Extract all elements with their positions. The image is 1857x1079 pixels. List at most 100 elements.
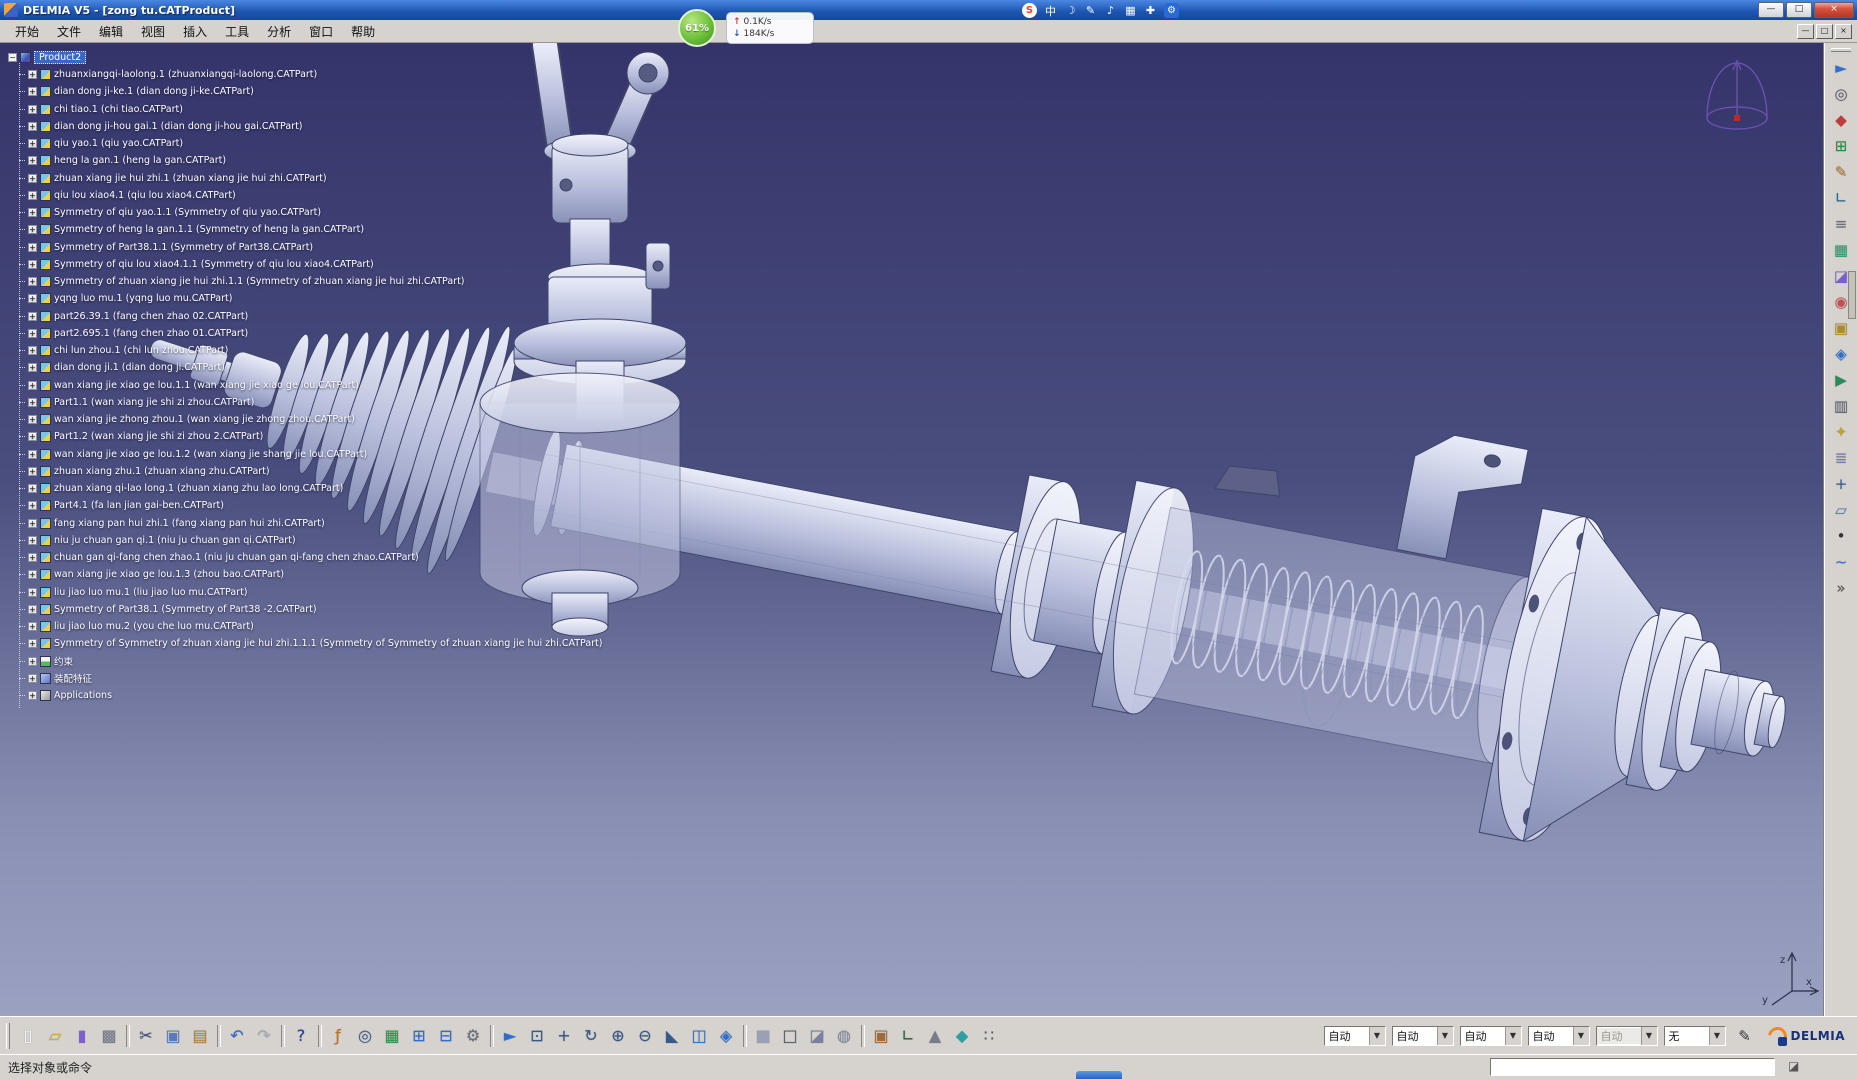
auto-update-combo[interactable]: 自动 ▼ [1391,1025,1454,1046]
expand-icon[interactable]: + [28,156,37,166]
network-speed-widget[interactable]: ↑ 0.1K/s ↓ 184K/s [726,12,814,44]
assembly-design-icon[interactable]: ⊞ [1829,134,1853,158]
product-structure-icon[interactable]: ⊞ [406,1023,432,1049]
tree-root-label[interactable]: Product2 [34,50,87,64]
options-gear-icon[interactable]: ⚙ [460,1023,486,1049]
layers-icon[interactable]: ≣ [1829,446,1853,470]
tree-item[interactable]: + qiu yao.1 (qiu yao.CATPart) [15,135,603,152]
sketcher-icon[interactable]: ✎ [1829,160,1853,184]
expand-icon[interactable]: + [28,173,37,183]
chevron-down-icon[interactable]: ▼ [1368,1026,1385,1045]
search-icon[interactable]: ◎ [352,1023,378,1049]
zoom-in-icon[interactable]: ⊕ [605,1023,631,1049]
expand-icon[interactable]: + [28,294,37,304]
tree-item[interactable]: + zhuan xiang zhu.1 (zhuan xiang zhu.CAT… [15,463,603,480]
annotation-icon[interactable]: ▣ [1829,316,1853,340]
tree-item[interactable]: + dian dong ji-hou gai.1 (dian dong ji-h… [15,118,603,135]
toolbar-separator[interactable] [278,1023,287,1049]
auto-update-combo[interactable]: 无 ▼ [1663,1025,1726,1046]
expand-icon[interactable]: + [28,639,37,649]
expand-icon[interactable]: + [28,449,37,459]
tree-item[interactable]: + wan xiang jie xiao ge lou.1.2 (wan xia… [15,446,603,463]
expand-icon[interactable]: + [28,346,37,356]
expand-icon[interactable]: + [28,622,37,632]
tree-item[interactable]: + dian dong ji-ke.1 (dian dong ji-ke.CAT… [15,83,603,100]
ime-cn-mode-icon[interactable]: 中 [1044,3,1057,19]
copy-icon[interactable]: ▣ [160,1023,186,1049]
fly-through-icon[interactable]: ► [1829,56,1853,80]
tree-item[interactable]: + Symmetry of Part38.1 (Symmetry of Part… [15,601,603,618]
wireframe-view-icon[interactable]: □ [777,1023,803,1049]
examine-icon[interactable]: ◎ [1829,82,1853,106]
tree-item[interactable]: + Symmetry of heng la gan.1.1 (Symmetry … [15,221,603,238]
expand-icon[interactable]: + [28,311,37,321]
cut-icon[interactable]: ✂ [133,1023,159,1049]
expand-icon[interactable]: + [28,363,37,373]
snap-grid-icon[interactable]: ∷ [976,1023,1002,1049]
chevron-down-icon[interactable]: ▼ [1572,1026,1589,1045]
camera-icon[interactable]: ▥ [1829,394,1853,418]
tree-item[interactable]: + 约束 [15,653,603,670]
restore-button[interactable]: □ [1786,2,1812,18]
tree-item[interactable]: + qiu lou xiao4.1 (qiu lou xiao4.CATPart… [15,187,603,204]
sogou-logo-icon[interactable]: S [1022,3,1037,18]
tree-item[interactable]: + liu jiao luo mu.2 (you che luo mu.CATP… [15,618,603,635]
expand-icon[interactable]: + [28,673,37,683]
tree-item[interactable]: + Part4.1 (fa lan jian gai-ben.CATPart) [15,497,603,514]
tree-item[interactable]: + Symmetry of Symmetry of zhuan xiang ji… [15,635,603,652]
shaded-view-icon[interactable]: ■ [750,1023,776,1049]
ime-handwriting-icon[interactable]: ✎ [1084,4,1097,17]
menu-item[interactable]: 帮助 [342,21,384,42]
expand-icon[interactable]: + [28,570,37,580]
expand-icon[interactable]: + [28,415,37,425]
expand-icon[interactable]: + [28,259,37,269]
constraints-tool-icon[interactable]: ∟ [1829,186,1853,210]
ime-keyboard-icon[interactable]: ▦ [1124,4,1137,17]
iso-view-icon[interactable]: ◈ [713,1023,739,1049]
toolbar-separator[interactable] [315,1023,324,1049]
measure-between-icon[interactable]: ∟ [895,1023,921,1049]
tree-item[interactable]: + Symmetry of qiu yao.1.1 (Symmetry of q… [15,204,603,221]
menu-item[interactable]: 文件 [48,21,90,42]
expand-icon[interactable]: + [28,225,37,235]
expand-icon[interactable]: + [28,190,37,200]
3d-viewport[interactable]: z x y − Product2 + zhuanxiangqi-laolong.… [0,43,1824,1016]
menu-item[interactable]: 窗口 [300,21,342,42]
expand-icon[interactable]: + [28,604,37,614]
toolbar-scrollbar[interactable] [1848,271,1856,319]
toolbar-drag-handle[interactable] [1831,48,1851,52]
tree-item[interactable]: + Symmetry of zhuan xiang jie hui zhi.1.… [15,273,603,290]
expand-icon[interactable]: + [28,380,37,390]
multi-view-icon[interactable]: ◫ [686,1023,712,1049]
expand-icon[interactable]: + [28,553,37,563]
expand-icon[interactable]: + [28,328,37,338]
expand-icon[interactable]: + [28,87,37,97]
ime-voice-icon[interactable]: ♪ [1104,4,1117,17]
menu-item[interactable]: 插入 [174,21,216,42]
expand-icon[interactable]: + [28,501,37,511]
auto-update-combo[interactable]: 自动 ▼ [1323,1025,1386,1046]
tree-item[interactable]: + Part1.1 (wan xiang jie shi zi zhou.CAT… [15,394,603,411]
expand-icon[interactable]: + [28,518,37,528]
tree-item[interactable]: + niu ju chuan gan qi.1 (niu ju chuan ga… [15,532,603,549]
tree-item[interactable]: + Symmetry of Part38.1.1 (Symmetry of Pa… [15,239,603,256]
workbench-icon[interactable]: ◆ [1829,108,1853,132]
chevron-down-icon[interactable]: ▼ [1708,1026,1725,1045]
auto-update-combo[interactable]: 自动 ▼ [1595,1025,1658,1046]
expand-icon[interactable]: + [28,104,37,114]
expand-icon[interactable]: + [28,587,37,597]
redo-icon[interactable]: ↷ [251,1023,277,1049]
auto-update-combo[interactable]: 自动 ▼ [1459,1025,1522,1046]
mdi-close-button[interactable]: × [1835,23,1852,39]
tree-item[interactable]: + zhuan xiang jie hui zhi.1 (zhuan xiang… [15,170,603,187]
expand-icon[interactable]: + [28,139,37,149]
mass-properties-icon[interactable]: ▲ [922,1023,948,1049]
accelerator-ball[interactable]: 61% [678,9,716,47]
tree-item[interactable]: + zhuan xiang qi-lao long.1 (zhuan xiang… [15,480,603,497]
tree-root[interactable]: − Product2 [8,48,603,66]
measure-tool-icon[interactable]: ≡ [1829,212,1853,236]
toolbar-separator[interactable] [487,1023,496,1049]
chevron-down-icon[interactable]: ▼ [1504,1026,1521,1045]
tree-item[interactable]: + Part1.2 (wan xiang jie shi zi zhou 2.C… [15,428,603,445]
expand-icon[interactable]: + [28,277,37,287]
